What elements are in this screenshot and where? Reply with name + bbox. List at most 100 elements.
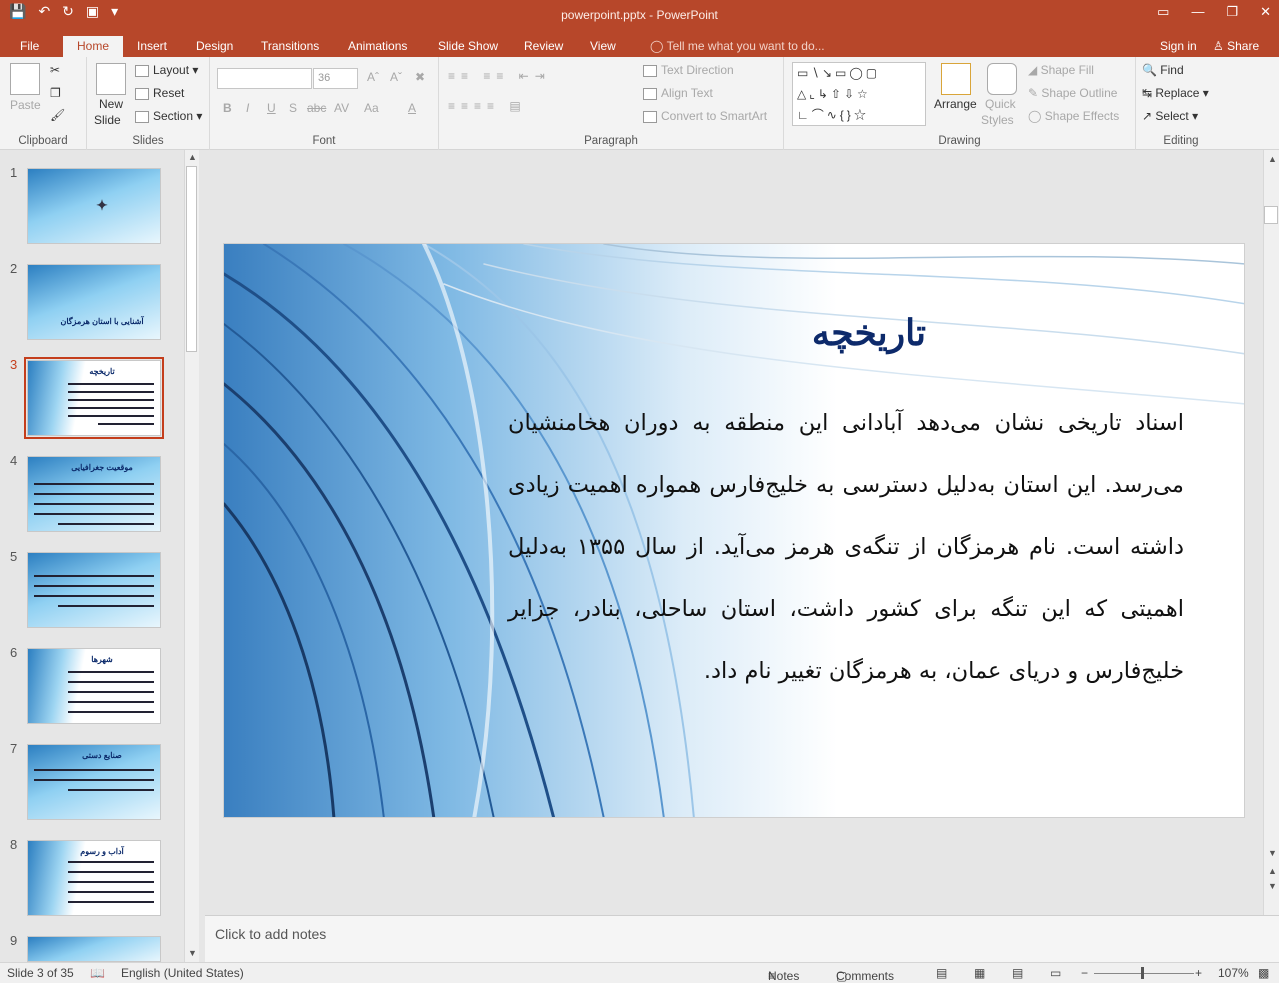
font-color-button[interactable]: A [408,101,416,115]
sign-in-link[interactable]: Sign in [1150,36,1207,57]
new-slide-icon[interactable] [96,63,126,95]
shrink-font-icon[interactable]: Aˇ [390,70,402,84]
slide-thumbnail-9[interactable] [27,936,161,962]
alignment-buttons[interactable]: ≡≡≡≡ ▤ [448,99,527,113]
scroll-up-icon[interactable]: ▲ [1268,154,1277,164]
zoom-level[interactable]: 107% [1218,966,1249,980]
layout-button[interactable]: Layout ▾ [135,63,198,77]
notes-placeholder[interactable]: Click to add notes [215,926,326,942]
restore-icon[interactable]: ❐ [1226,4,1238,20]
next-slide-icon[interactable]: ▼ [1268,881,1277,891]
scroll-up-icon[interactable]: ▲ [188,152,197,162]
thumb-text-line [68,407,154,409]
paste-icon[interactable] [10,63,40,95]
slide-thumbnail-4[interactable]: موقعیت جغرافیایی [27,456,161,532]
scroll-down-icon[interactable]: ▼ [188,948,197,958]
tab-view[interactable]: View [580,36,626,57]
shadow-button[interactable]: S [289,101,297,115]
copy-icon[interactable]: ❐ [50,86,61,100]
minimize-icon[interactable]: — [1191,4,1204,20]
zoom-out-icon[interactable]: − [1081,966,1088,980]
italic-button[interactable]: I [246,101,249,115]
shape-outline-button[interactable]: ✎ Shape Outline [1028,86,1117,100]
thumb-text-line [68,789,154,791]
tab-design[interactable]: Design [186,36,243,57]
normal-view-icon[interactable]: ▤ [936,966,947,980]
current-slide[interactable]: تاریخچه اسناد تاریخی نشان می‌دهد آبادانی… [223,243,1245,818]
fit-to-window-icon[interactable]: ▩ [1258,966,1269,980]
share-button[interactable]: ♙ Share [1203,36,1269,57]
zoom-in-icon[interactable]: + [1195,966,1202,980]
char-spacing-button[interactable]: AV [334,101,349,115]
replace-button[interactable]: ↹ Replace ▾ [1142,86,1209,100]
bold-button[interactable]: B [223,101,232,115]
slide-thumbnail-7[interactable]: صنایع دستی [27,744,161,820]
tab-file[interactable]: File [10,36,49,57]
quick-styles-label-2[interactable]: Styles [981,113,1014,127]
arrange-icon[interactable] [941,63,971,95]
thumb-text-line [34,575,154,577]
tab-transitions[interactable]: Transitions [251,36,329,57]
slide-thumbnail-5[interactable] [27,552,161,628]
new-slide-label-2[interactable]: Slide [94,113,121,127]
slide-thumbnail-2[interactable]: آشنایی با استان هرمزگان [27,264,161,340]
reset-button[interactable]: Reset [135,86,184,100]
slide-thumbnail-8[interactable]: آداب و رسوم [27,840,161,916]
select-button[interactable]: ↗ Select ▾ [1142,109,1198,123]
slide-title[interactable]: تاریخچه [724,312,1014,354]
slide-scroll-thumb[interactable] [1264,206,1278,224]
scroll-down-icon[interactable]: ▼ [1268,848,1277,858]
reading-view-icon[interactable]: ▤ [1012,966,1023,980]
find-button[interactable]: 🔍 Find [1142,63,1184,77]
notes-pane[interactable]: Click to add notes [205,915,1279,962]
thumb-text-line [68,415,154,417]
thumb-text-line [68,681,154,683]
thumb-text-line [68,901,154,903]
slideshow-view-icon[interactable]: ▭ [1050,966,1061,980]
spell-check-icon[interactable]: 📖 [90,966,105,980]
slide-thumbnail-3[interactable]: تاریخچه [27,360,161,436]
slide-thumbnail-1[interactable]: ✦ [27,168,161,244]
cut-icon[interactable]: ✂ [50,63,60,77]
list-buttons[interactable]: ≡≡ ≡≡ ⇤⇥ [448,69,551,83]
previous-slide-icon[interactable]: ▲ [1268,866,1277,876]
slide-thumbnail-6[interactable]: شهرها [27,648,161,724]
zoom-slider-track[interactable] [1094,973,1194,974]
quick-styles-label-1[interactable]: Quick [985,97,1016,111]
thumbnails-scroll-thumb[interactable] [186,166,197,352]
tell-me-box[interactable]: ◯ Tell me what you want to do... [640,36,835,57]
shape-effects-button[interactable]: ◯ Shape Effects [1028,109,1119,123]
paste-label[interactable]: Paste [10,98,41,112]
font-name-box[interactable] [217,68,312,89]
thumb-number: 5 [10,549,18,564]
shapes-gallery[interactable]: ▭∖↘▭◯▢ △⌞↳⇧⇩☆ ∟⌒∿{}☆ [792,62,926,126]
arrange-label[interactable]: Arrange [934,97,977,111]
tab-review[interactable]: Review [514,36,573,57]
quick-styles-icon[interactable] [987,63,1017,95]
align-text-button[interactable]: Align Text [643,86,713,100]
section-button[interactable]: Section ▾ [135,109,202,123]
font-size-box[interactable]: 36 [313,68,358,89]
zoom-slider-thumb[interactable] [1141,967,1144,979]
ribbon-display-icon[interactable]: ▭ [1157,4,1169,20]
tab-insert[interactable]: Insert [127,36,177,57]
format-painter-icon[interactable]: 🖌 [50,108,65,122]
tab-animations[interactable]: Animations [338,36,417,57]
tab-slideshow[interactable]: Slide Show [428,36,508,57]
slide-sorter-icon[interactable]: ▦ [974,966,985,980]
slides-group-label: Slides [132,135,164,147]
close-icon[interactable]: ✕ [1260,4,1271,20]
tab-home[interactable]: Home [63,36,123,57]
change-case-button[interactable]: Aa [364,101,379,115]
strikethrough-button[interactable]: abc [307,101,326,115]
slide-scrollbar[interactable]: ▲ ▼ ▲ ▼ [1263,150,1279,915]
clear-formatting-icon[interactable]: ✖ [415,70,425,84]
shape-fill-button[interactable]: ◢ Shape Fill [1028,63,1094,77]
text-direction-button[interactable]: Text Direction [643,63,734,77]
grow-font-icon[interactable]: Aˆ [367,70,379,84]
underline-button[interactable]: U [267,101,276,115]
convert-smartart-button[interactable]: Convert to SmartArt [643,109,767,123]
slide-body-text[interactable]: اسناد تاریخی نشان می‌دهد آبادانی این منط… [508,392,1184,702]
new-slide-label-1[interactable]: New [99,97,123,111]
language-indicator[interactable]: English (United States) [121,966,244,980]
